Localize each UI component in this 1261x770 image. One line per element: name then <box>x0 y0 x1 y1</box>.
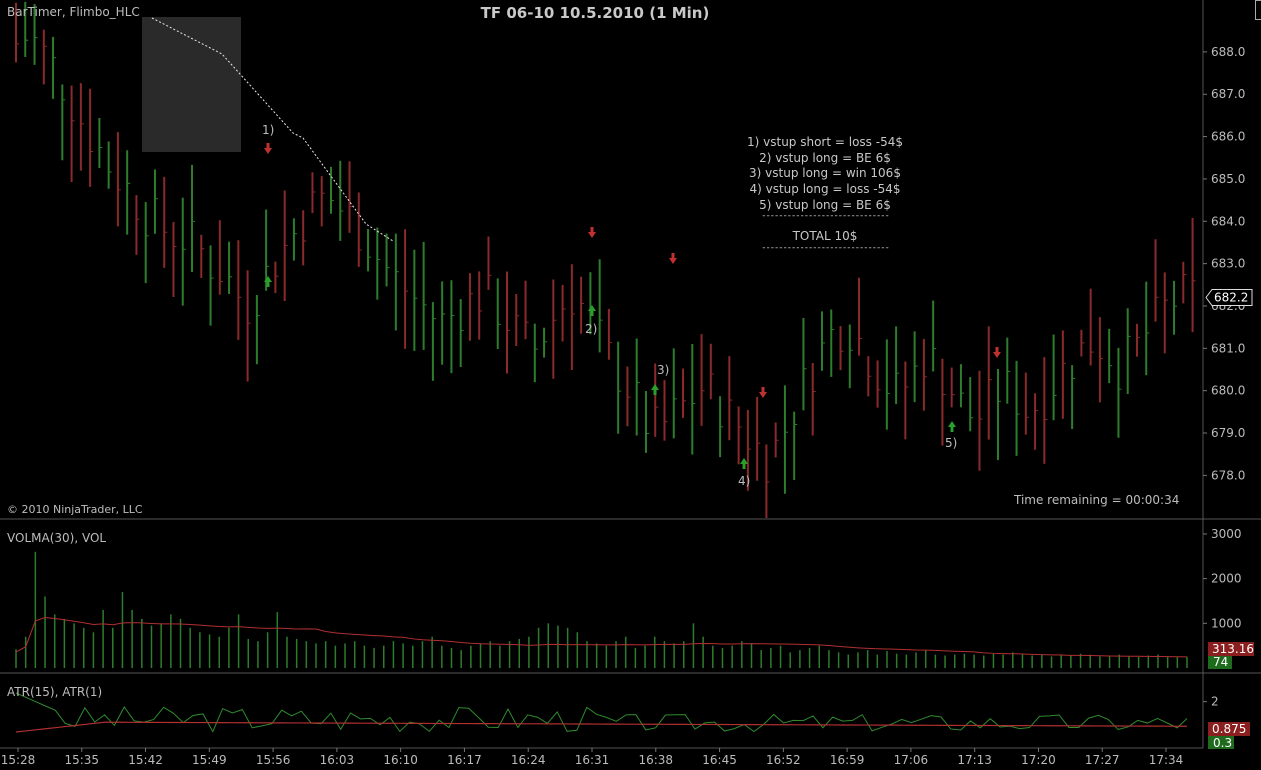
time-tick-label: 16:52 <box>766 753 801 767</box>
sell-arrow <box>588 227 596 238</box>
buy-arrow <box>588 305 596 316</box>
price-tick-label: 683.0 <box>1211 257 1245 271</box>
volume-tick-label: 3000 <box>1211 527 1242 541</box>
time-tick-label: 15:49 <box>192 753 227 767</box>
time-tick-label: 17:27 <box>1085 753 1120 767</box>
time-tick-label: 15:35 <box>64 753 99 767</box>
chart-title: TF 06-10 10.5.2010 (1 Min) <box>480 4 710 22</box>
volume-tick-label: 2000 <box>1211 572 1242 586</box>
time-tick-label: 17:20 <box>1021 753 1056 767</box>
buy-arrow <box>740 458 748 469</box>
copyright-label: © 2010 NinjaTrader, LLC <box>7 503 143 516</box>
price-tick-label: 685.0 <box>1211 172 1245 186</box>
volma-value-label: 313.16 <box>1212 642 1254 656</box>
legend-line-2: 2) vstup long = BE 6$ <box>759 151 891 165</box>
price-tick-label: 679.0 <box>1211 426 1245 440</box>
vol-value-label: 74 <box>1213 655 1228 669</box>
time-tick-label: 17:34 <box>1149 753 1184 767</box>
price-tick-label: 686.0 <box>1211 130 1245 144</box>
atr15-line <box>15 721 1188 733</box>
chart-canvas: 688.0687.0686.0685.0684.0683.0682.0681.0… <box>0 0 1261 767</box>
legend-line-4: 4) vstup long = loss -54$ <box>749 182 901 196</box>
legend-separator-bottom: ------------------------------ <box>762 243 890 253</box>
price-tick-label: 688.0 <box>1211 45 1245 59</box>
legend-separator-top: ------------------------------ <box>762 211 890 221</box>
atr1-value-label: 0.3 <box>1213 736 1232 750</box>
price-tick-label: 681.0 <box>1211 341 1245 355</box>
price-tick-label: 680.0 <box>1211 384 1245 398</box>
legend-line-5: 5) vstup long = BE 6$ <box>759 198 891 212</box>
atr15-value-label: 0.875 <box>1212 722 1246 736</box>
highlight-region <box>142 17 241 152</box>
volume-tick-label: 1000 <box>1211 616 1242 630</box>
sell-arrow <box>993 347 1001 358</box>
volma-line <box>15 616 1188 658</box>
time-tick-label: 17:13 <box>957 753 992 767</box>
time-remaining: Time remaining = 00:00:34 <box>1014 493 1180 507</box>
time-tick-label: 16:03 <box>320 753 355 767</box>
sell-arrow <box>264 143 272 154</box>
price-tick-label: 684.0 <box>1211 214 1245 228</box>
buy-arrow <box>948 421 956 432</box>
time-tick-label: 16:38 <box>638 753 673 767</box>
trade-label-3: 3) <box>657 363 670 377</box>
sell-arrow <box>669 253 677 264</box>
buy-arrow <box>651 384 659 395</box>
time-tick-label: 15:56 <box>256 753 291 767</box>
time-tick-label: 16:45 <box>702 753 737 767</box>
time-tick-label: 15:42 <box>128 753 163 767</box>
window-control[interactable] <box>1255 0 1261 20</box>
sell-arrow <box>759 387 767 398</box>
legend-line-3: 3) vstup long = win 106$ <box>749 166 901 180</box>
time-tick-label: 16:24 <box>511 753 546 767</box>
trade-label-2: 2) <box>585 322 598 336</box>
time-tick-label: 15:28 <box>1 753 36 767</box>
legend-line-1: 1) vstup short = loss -54$ <box>747 135 903 149</box>
atr-tick-label: 2 <box>1211 695 1219 709</box>
trade-label-1: 1) <box>262 123 275 137</box>
trade-label-4: 4) <box>738 474 751 488</box>
volume-panel-label: VOLMA(30), VOL <box>7 531 107 545</box>
legend-total: TOTAL 10$ <box>792 229 858 243</box>
price-tick-label: 687.0 <box>1211 87 1245 101</box>
time-tick-label: 16:10 <box>383 753 418 767</box>
time-tick-label: 16:17 <box>447 753 482 767</box>
last-price-label: 682.2 <box>1214 290 1248 304</box>
indicator-label: BarTimer, Flimbo_HLC <box>7 5 140 19</box>
trade-label-5: 5) <box>945 436 958 450</box>
time-tick-label: 17:06 <box>894 753 929 767</box>
time-tick-label: 16:59 <box>830 753 865 767</box>
atr-panel-label: ATR(15), ATR(1) <box>7 685 103 699</box>
time-tick-label: 16:31 <box>575 753 610 767</box>
price-tick-label: 678.0 <box>1211 468 1245 482</box>
